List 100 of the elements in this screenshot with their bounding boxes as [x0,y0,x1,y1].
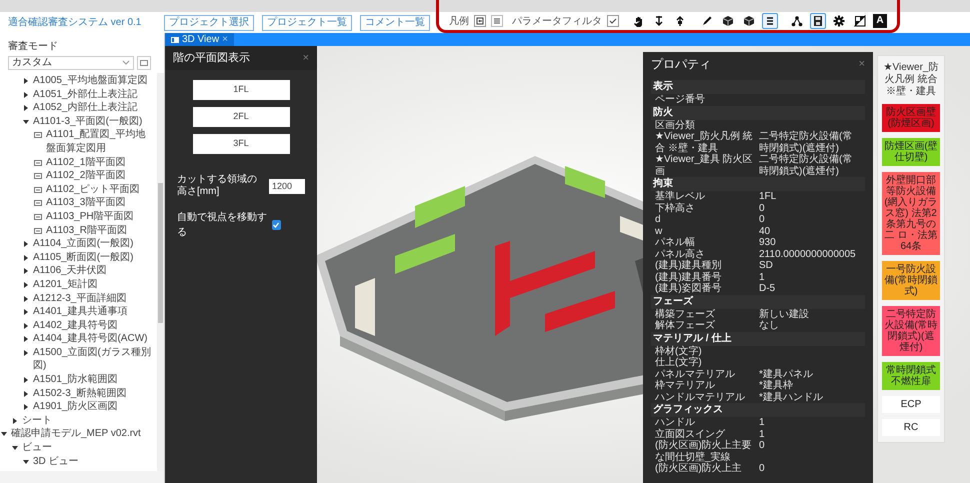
tree-item[interactable]: A1103_3階平面図 [0,196,157,210]
auto-move-checkbox[interactable] [272,220,281,230]
property-label: 仕上(文字) [655,357,703,368]
section-title: フェーズ [651,294,865,308]
tree-item[interactable]: A1052_内部仕上表注記 [0,101,157,115]
panel-button[interactable] [137,56,151,70]
property-label: d [655,214,662,226]
property-label: ページ番号 [655,94,706,106]
tree-item[interactable]: A1402_建具符号図 [0,318,157,332]
tree-item[interactable]: A1500_立面図(ガラス種別図) [0,346,157,374]
toolbar-label: 凡例 [449,14,469,28]
expand-arrow-icon[interactable] [23,105,29,112]
tree-item[interactable]: A1502-3_断熱範囲図 [0,386,157,400]
expand-arrow-icon[interactable] [23,241,29,248]
expand-arrow-icon[interactable] [23,377,29,384]
property-value: *建具パネル [759,368,814,380]
toolbar-label: パラメータフィルタ [512,14,602,28]
property-value: 0 [759,214,766,226]
property-value: 1 [759,417,766,428]
tree-item[interactable]: シート [0,414,157,428]
property-value: なし [759,320,780,332]
view-icon [34,212,42,221]
layers-tool-button[interactable] [762,13,778,29]
legend-item: RC [882,419,940,436]
checkbox-icon[interactable] [607,15,619,27]
hand-icon [632,15,644,27]
expand-arrow-icon[interactable] [12,418,18,424]
header-button[interactable]: プロジェクト一覧 [262,14,352,30]
legend-title: ★Viewer_防火凡例 統合 ※壁・建具 [882,62,940,98]
property-value: 0 [759,463,766,474]
tree-item[interactable]: 確認申請モデル_MEP v02.rvt [0,427,157,442]
expand-arrow-icon[interactable] [23,268,29,274]
property-value: 1FL [759,191,778,202]
expand-arrow-icon[interactable] [23,309,29,316]
tree-item[interactable]: A1501_防水範囲図 [0,373,157,387]
property-label: 区画分類 [655,120,696,131]
property-value: 1 [759,272,766,283]
tree-item[interactable]: A1051_外部仕上表注記 [0,88,157,102]
legend-item: 一号防火設備(常時閉鎖式) [882,261,940,300]
tree-item[interactable]: A1901_防火区画図 [0,400,157,414]
tree-item[interactable]: A1102_1階平面図 [0,156,157,170]
scrollbar[interactable] [157,73,164,471]
property-label: ★Viewer_建具 防火区画 [655,154,754,177]
arrow-up-icon [674,15,686,27]
nodes-tool-button[interactable] [789,13,805,29]
tree-item[interactable]: A1212-3_平面詳細図 [0,292,157,306]
expand-arrow-icon[interactable] [23,282,29,288]
property-label: (建具)建具種別 [655,260,723,272]
mode-select[interactable]: カスタム [8,56,134,70]
tree-item[interactable]: A1106_天井伏図 [0,264,157,278]
expand-arrow-icon[interactable] [23,390,29,397]
section-title: 表示 [651,80,865,94]
expand-arrow-icon[interactable] [23,92,29,98]
header-button[interactable]: コメント一覧 [360,14,430,30]
collapse-arrow-icon[interactable] [23,458,29,465]
tree-item[interactable]: A1201_矩計図 [0,278,157,292]
tree-item[interactable]: 3D ビュー [0,454,157,468]
cube-tool-button[interactable] [741,13,757,29]
property-label: 枠マテリアル [655,380,716,392]
floor-button[interactable]: 3FL [192,134,290,154]
tree-item[interactable]: A1103_R階平面図 [0,224,157,238]
collapse-arrow-icon[interactable] [12,445,18,452]
header-button[interactable]: プロジェクト選択 [164,14,254,30]
tree-item[interactable]: A1404_建具符号図(ACW) [0,332,157,346]
tree-item[interactable]: A1005_平均地盤面算定図 [0,74,157,88]
expand-arrow-icon[interactable] [23,336,29,342]
tree-item[interactable]: A1101-3_平面図(一般図) [0,114,157,128]
legend-toggle-icon[interactable] [474,15,486,27]
legend-item: 外壁開口部等防火設備(網入りガラス窓) 法第2条第九号の二 ロ・法第64条 [882,172,940,255]
tree-item[interactable]: A1102_2階平面図 [0,169,157,183]
expand-arrow-icon[interactable] [23,404,29,410]
floor-button[interactable]: 2FL [192,107,290,127]
tree-item[interactable]: ビュー [0,441,157,455]
field-label: カットする領域の高さ[mm] [177,174,258,198]
property-label: w [655,226,664,237]
property-label: 立面図スイング [655,428,726,440]
expand-arrow-icon[interactable] [23,78,29,84]
tree-item[interactable]: A1103_PH階平面図 [0,210,157,224]
expand-arrow-icon[interactable] [23,296,29,302]
cube-tool-button[interactable] [720,13,736,29]
floor-button[interactable]: 1FL [192,80,290,100]
tree-item[interactable]: A1105_断面図(一般図) [0,250,157,264]
expand-arrow-icon[interactable] [23,254,29,261]
height-input[interactable]: 1200 [269,178,305,194]
tree-item[interactable]: A1104_立面図(一般図) [0,237,157,251]
save-tool-button[interactable] [810,13,826,29]
property-label: 枠材(文字) [655,346,703,356]
tree-item[interactable]: A1101_配置図_平均地盤面算定図用 [0,128,157,156]
view-tab[interactable]: 3D View × [165,33,234,46]
property-value: D-5 [759,283,776,294]
list-icon[interactable] [491,15,503,27]
expand-arrow-icon[interactable] [23,322,29,329]
collapse-arrow-icon[interactable] [23,118,29,125]
text-tool-button[interactable]: A [873,14,887,28]
expand-arrow-icon[interactable] [23,350,29,356]
tree-item[interactable]: A1102_ピット平面図 [0,182,157,196]
gear-tool-button[interactable] [831,13,847,29]
contrast-tool-button[interactable] [852,13,868,29]
collapse-arrow-icon[interactable] [1,431,7,438]
tree-item[interactable]: A1401_建具共通事項 [0,305,157,319]
